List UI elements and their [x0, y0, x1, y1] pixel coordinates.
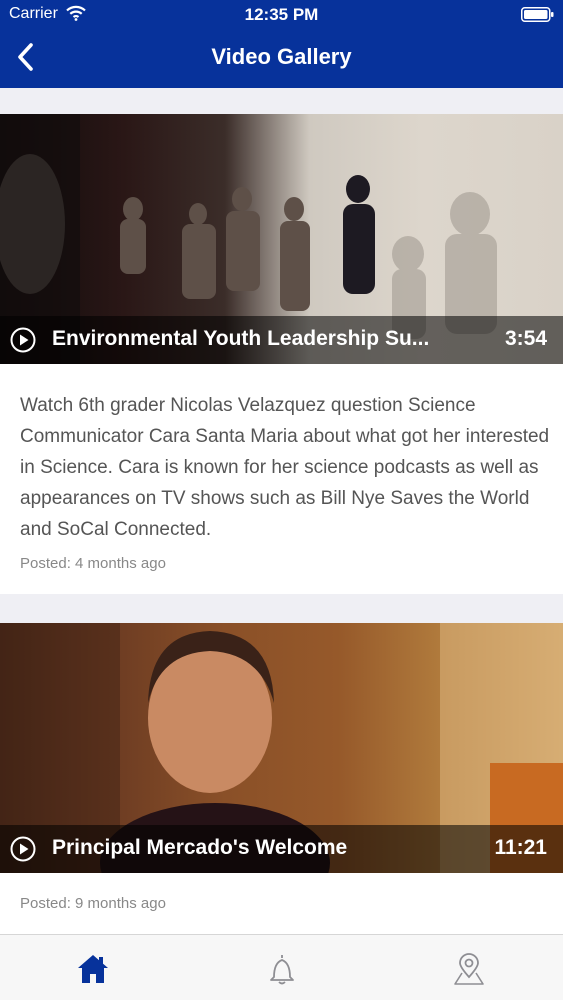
video-thumbnail[interactable]: Principal Mercado's Welcome 11:21 [0, 623, 563, 873]
video-caption-bar: Principal Mercado's Welcome 11:21 [0, 825, 563, 873]
video-title: Principal Mercado's Welcome [52, 836, 348, 859]
posted-date: Posted: 9 months ago [20, 895, 166, 912]
video-duration: 11:21 [494, 836, 547, 859]
battery-icon [521, 7, 554, 22]
page-title: Video Gallery [211, 44, 352, 69]
map-pin-icon[interactable] [451, 951, 487, 987]
video-card: Principal Mercado's Welcome 11:21 Posted… [0, 623, 563, 934]
video-thumbnail[interactable]: Environmental Youth Leadership Su... 3:5… [0, 114, 563, 364]
status-bar: Carrier 12:35 PM [0, 0, 563, 30]
home-icon[interactable] [75, 951, 111, 987]
play-icon [10, 327, 36, 353]
video-caption-bar: Environmental Youth Leadership Su... 3:5… [0, 316, 563, 364]
video-title: Environmental Youth Leadership Su... [52, 327, 430, 350]
video-list[interactable]: Environmental Youth Leadership Su... 3:5… [0, 88, 563, 934]
navigation-bar: Carrier 12:35 PM Video Gallery [0, 0, 563, 88]
video-description: Watch 6th grader Nicolas Velazquez quest… [20, 395, 550, 540]
video-card: Environmental Youth Leadership Su... 3:5… [0, 114, 563, 594]
status-time: 12:35 PM [244, 5, 319, 24]
posted-date: Posted: 4 months ago [20, 555, 166, 572]
bell-icon[interactable] [264, 951, 300, 987]
video-duration: 3:54 [504, 327, 547, 350]
tab-bar [0, 934, 563, 1000]
play-icon [10, 836, 36, 862]
